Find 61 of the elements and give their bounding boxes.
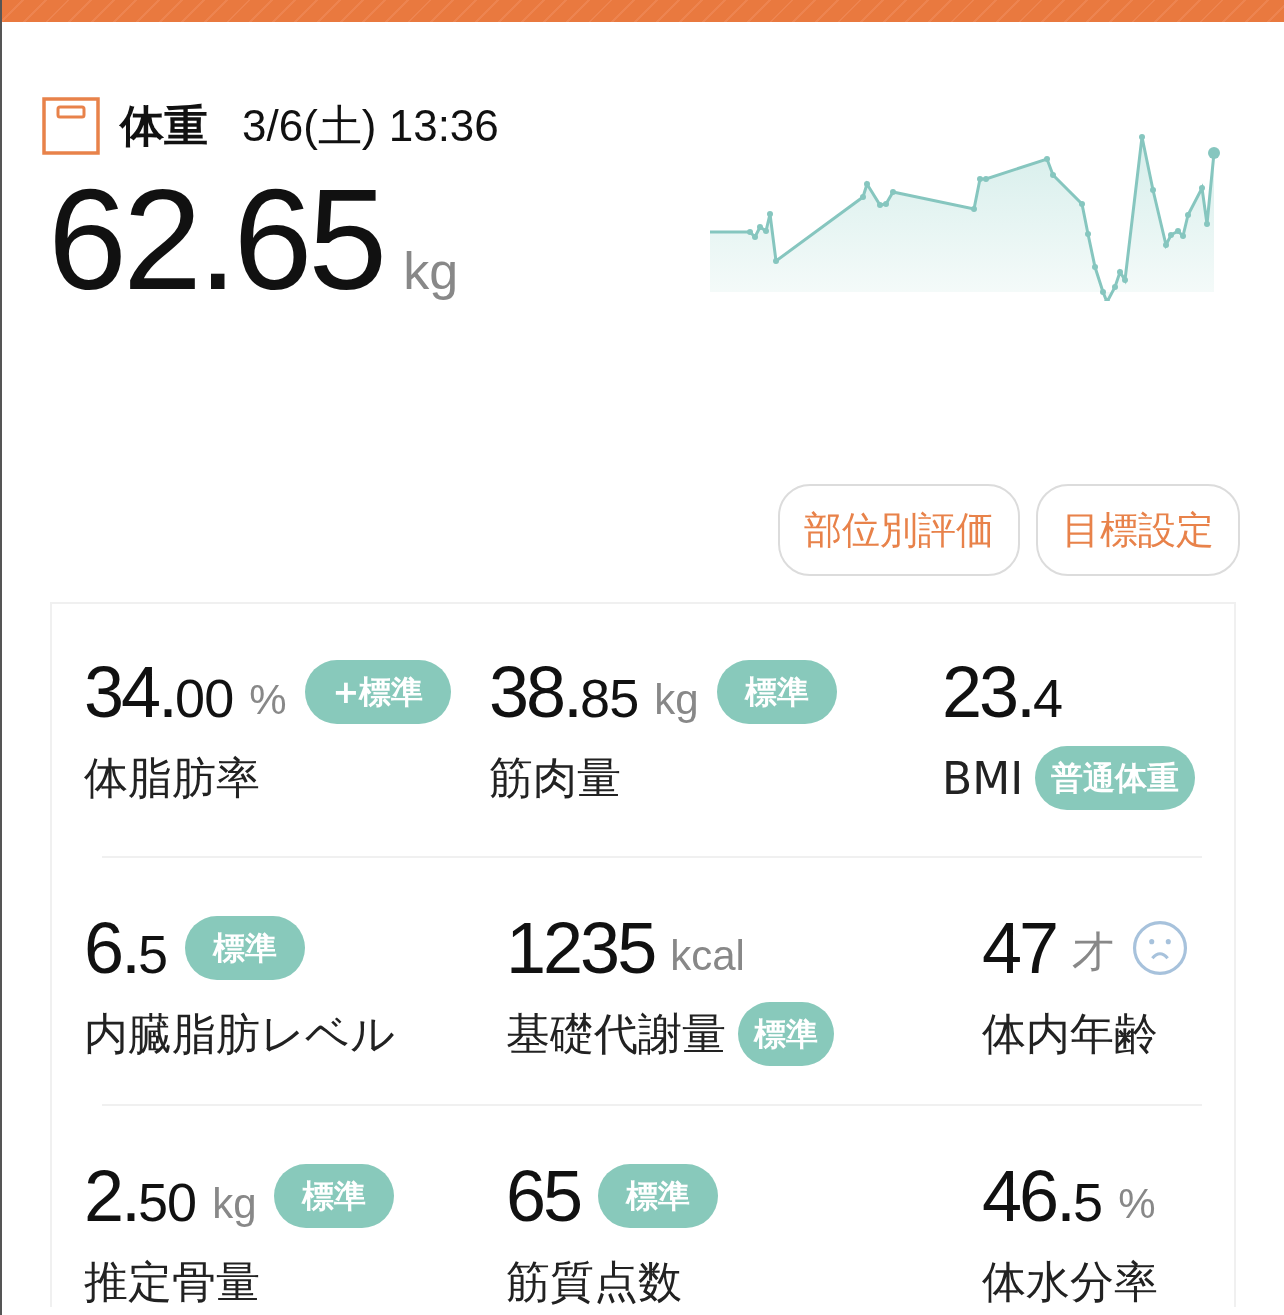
metric-label: 内臓脂肪レベル	[84, 1006, 395, 1061]
metric-label: 体内年齢	[982, 1006, 1158, 1061]
outline-button[interactable]: 目標設定	[1036, 484, 1240, 576]
data-point	[1044, 156, 1051, 162]
unit-text: kg	[403, 241, 459, 301]
metric-label: 筋質点数	[506, 1254, 682, 1309]
date-text: 3/6(土) 13:36	[242, 99, 499, 152]
value-text: 1235	[506, 907, 655, 989]
data-point	[1112, 284, 1119, 290]
metric-label: 体脂肪率	[84, 750, 260, 805]
unit-text: kcal	[670, 932, 745, 981]
data-point	[1079, 201, 1086, 207]
data-point	[890, 189, 897, 195]
data-point	[773, 258, 780, 264]
value-text: 38.85	[489, 651, 639, 733]
data-point	[1199, 185, 1206, 191]
unit-text: %	[1118, 1180, 1156, 1229]
weight-value: 62.65	[48, 168, 384, 313]
data-point	[1122, 277, 1129, 283]
data-point	[1092, 264, 1099, 270]
data-point	[860, 194, 867, 200]
metric-label: 推定骨量	[84, 1254, 260, 1309]
data-point	[1050, 172, 1057, 178]
metric-label: 基礎代謝量	[506, 1006, 726, 1061]
value-text: 2.50	[84, 1155, 197, 1237]
value-text: 34.00	[84, 651, 234, 733]
data-point	[1139, 134, 1146, 140]
value-text: 47	[982, 907, 1057, 989]
data-point	[1150, 187, 1157, 193]
outline-button[interactable]: 部位別評価	[778, 484, 1020, 576]
unit-text: %	[249, 676, 287, 725]
metric-label: BMI	[942, 752, 1024, 804]
status-badge: 普通体重	[1035, 746, 1196, 810]
data-point	[1204, 221, 1211, 227]
value-text: 65	[506, 1155, 581, 1237]
title-text: 体重	[120, 98, 208, 153]
data-point	[1185, 212, 1192, 218]
status-badge: 標準	[738, 1002, 834, 1066]
value-text: 23.4	[942, 651, 1063, 733]
status-badge: +標準	[304, 660, 452, 724]
unit-text: kg	[654, 676, 699, 725]
status-badge: 標準	[598, 1164, 719, 1228]
data-point	[767, 211, 774, 217]
status-badge: 標準	[185, 916, 306, 980]
scale-icon	[42, 97, 100, 155]
data-point	[1163, 242, 1170, 248]
unit-text: 才	[1072, 927, 1115, 977]
data-point	[1085, 231, 1092, 237]
data-point	[1208, 147, 1221, 159]
status-badge: 標準	[716, 660, 837, 724]
metric-label: 筋肉量	[489, 750, 621, 805]
status-badge: 標準	[274, 1164, 395, 1228]
unit-text: kg	[212, 1180, 257, 1229]
metric-label: 体水分率	[982, 1254, 1158, 1309]
data-point	[864, 181, 871, 187]
sad-face-icon	[1132, 920, 1189, 976]
data-point	[971, 206, 978, 212]
data-point	[1100, 289, 1107, 295]
value-text: 46.5	[982, 1155, 1103, 1237]
data-point	[1117, 269, 1124, 275]
value-text: 6.5	[84, 907, 168, 989]
